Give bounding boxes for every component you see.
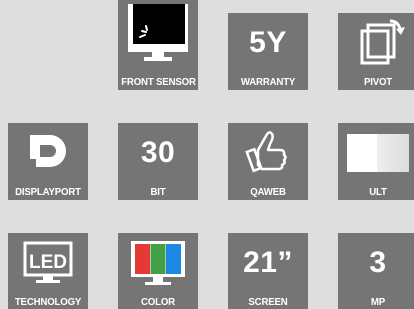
feature-icon-grid: FRONT SENSOR 5Y WARRANTY PIVOT DISPLAYPO…	[0, 0, 414, 309]
led-monitor-icon: LED	[8, 233, 88, 293]
bit-tile: 30 BIT	[118, 123, 198, 200]
screen-tile: 21” SCREEN	[228, 233, 308, 309]
color-monitor-icon	[118, 233, 198, 293]
ult-tile: ULT	[338, 123, 414, 200]
mp-label: MP	[370, 296, 386, 308]
pivot-tile: PIVOT	[338, 13, 414, 90]
warranty-tile: 5Y WARRANTY	[228, 13, 308, 90]
front-sensor-label: FRONT SENSOR	[121, 76, 196, 88]
monitor-sensor-icon	[118, 0, 198, 72]
warranty-label: WARRANTY	[240, 76, 296, 88]
led-text: LED	[29, 252, 67, 273]
pivot-label: PIVOT	[363, 76, 393, 88]
technology-tile: LED TECHNOLOGY	[8, 233, 88, 309]
screen-size-value: 21”	[243, 246, 293, 279]
front-sensor-tile: FRONT SENSOR	[118, 0, 198, 90]
color-tile: COLOR	[118, 233, 198, 309]
uniform-luminance-icon	[338, 123, 414, 183]
mp-value: 3	[369, 246, 387, 279]
pivot-rotate-icon	[338, 13, 414, 73]
color-label: COLOR	[141, 296, 175, 308]
bit-value: 30	[140, 136, 176, 169]
qaweb-tile: QAWEB	[228, 123, 308, 200]
qaweb-label: QAWEB	[250, 186, 286, 198]
displayport-label: DISPLAYPORT	[15, 186, 81, 198]
mp-tile: 3 MP	[338, 233, 414, 309]
displayport-logo-icon	[8, 123, 88, 183]
displayport-tile: DISPLAYPORT	[8, 123, 88, 200]
bit-label: BIT	[150, 186, 166, 198]
technology-label: TECHNOLOGY	[14, 296, 82, 308]
ult-label: ULT	[369, 186, 387, 198]
thumbs-up-icon	[228, 123, 308, 183]
screen-label: SCREEN	[248, 296, 288, 308]
warranty-value: 5Y	[249, 26, 287, 59]
